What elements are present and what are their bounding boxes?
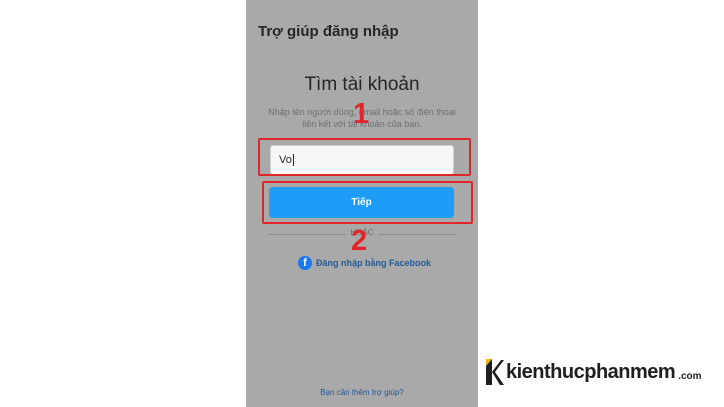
watermark-domain: .com (678, 370, 702, 382)
site-watermark: kienthucphanmem .com (484, 352, 720, 392)
find-account-title: Tìm tài khoản (304, 74, 420, 95)
step-number-1: 1 (353, 98, 370, 130)
divider-line-right (378, 234, 456, 235)
divider-line-left (268, 234, 346, 235)
button-highlight-box (262, 181, 473, 224)
brand-logo-icon (484, 357, 504, 387)
watermark-brand: kienthucphanmem (506, 360, 676, 383)
page-header-title: Trợ giúp đăng nhập (258, 23, 399, 40)
facebook-icon: f (298, 256, 312, 270)
step-number-2: 2 (351, 225, 368, 257)
facebook-login-label: Đăng nhập bằng Facebook (316, 258, 432, 268)
more-help-link[interactable]: Bạn cần thêm trợ giúp? (246, 388, 478, 397)
input-highlight-box (258, 138, 471, 176)
